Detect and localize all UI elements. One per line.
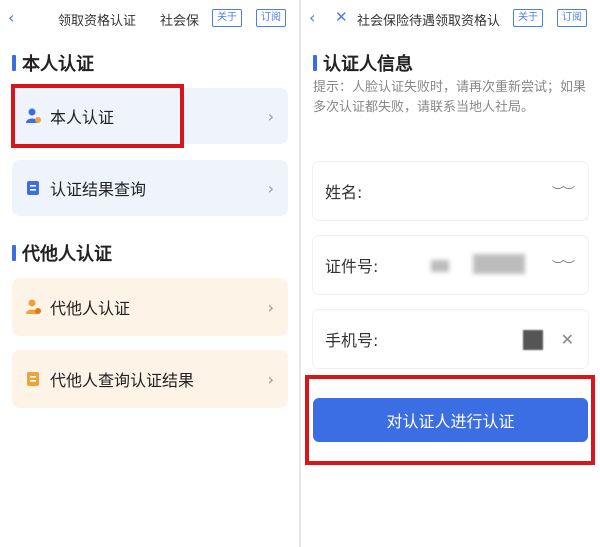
eye-closed-icon[interactable]: ︶︶: [552, 183, 575, 200]
result-query-label: 认证结果查询: [50, 180, 147, 199]
person-icon: [24, 298, 42, 316]
masked-value: [431, 260, 449, 272]
tip-text: 提示：人脸认证失败时，请再次重新尝试；如果多次认证都失败，请联系当地人社局。: [313, 80, 587, 115]
right-screen: ‹ ✕ 社会保险待遇领取资格认 关于 订阅 认证人信息 提示：人脸认证失败时，请…: [301, 0, 600, 547]
section-title-self: 本人认证: [12, 50, 94, 76]
right-topbar-title: 社会保险待遇领取资格认: [357, 14, 501, 29]
section-title-text: 认证人信息: [323, 54, 413, 75]
section-title-text: 代他人认证: [22, 244, 112, 265]
document-icon: [24, 370, 42, 388]
subscribe-button[interactable]: 订阅: [256, 9, 286, 27]
left-topbar-title2: 社会保: [160, 14, 200, 29]
agent-auth-label: 代他人认证: [50, 299, 131, 318]
phone-label: 手机号:: [325, 331, 379, 350]
masked-value: [473, 254, 525, 274]
right-topbar: ‹ ✕ 社会保险待遇领取资格认 关于 订阅: [301, 0, 600, 36]
agent-query-label: 代他人查询认证结果: [50, 371, 195, 390]
about-button[interactable]: 关于: [513, 9, 543, 27]
section-bar: [313, 55, 317, 71]
id-number-field[interactable]: 证件号: ︶︶: [313, 236, 588, 294]
left-topbar-title: 领取资格认证: [58, 14, 137, 29]
name-label: 姓名:: [325, 183, 363, 202]
close-icon[interactable]: ✕: [335, 8, 348, 26]
id-number-label: 证件号:: [325, 257, 379, 276]
chevron-left-icon[interactable]: ‹: [309, 8, 315, 27]
chevron-right-icon: ›: [267, 178, 274, 198]
section-bar: [12, 55, 16, 71]
chevron-right-icon: ›: [267, 297, 274, 317]
section-bar: [12, 245, 16, 261]
section-title-info: 认证人信息: [313, 50, 413, 76]
about-button[interactable]: 关于: [212, 9, 242, 27]
section-title-text: 本人认证: [22, 54, 94, 75]
chevron-left-icon[interactable]: ‹: [8, 8, 14, 27]
phone-field[interactable]: 手机号: ✕: [313, 310, 588, 368]
subscribe-button[interactable]: 订阅: [557, 9, 587, 27]
result-query-card[interactable]: 认证结果查询 ›: [12, 160, 288, 216]
highlight-box: [305, 375, 595, 465]
close-icon[interactable]: ✕: [561, 330, 574, 349]
agent-auth-card[interactable]: 代他人认证 ›: [12, 278, 288, 336]
document-icon: [24, 179, 42, 197]
name-field[interactable]: 姓名: ︶︶: [313, 162, 588, 220]
chevron-right-icon: ›: [267, 106, 274, 126]
left-topbar: ‹ 领取资格认证 社会保 关于 订阅: [0, 0, 299, 36]
eye-closed-icon[interactable]: ︶︶: [552, 257, 575, 274]
agent-query-card[interactable]: 代他人查询认证结果 ›: [12, 350, 288, 408]
highlight-box: [11, 84, 184, 148]
section-title-agent: 代他人认证: [12, 240, 112, 266]
masked-value: [523, 330, 543, 350]
left-screen: ‹ 领取资格认证 社会保 关于 订阅 本人认证 本人认证 › 认证结果查询 › …: [0, 0, 299, 547]
chevron-right-icon: ›: [267, 369, 274, 389]
